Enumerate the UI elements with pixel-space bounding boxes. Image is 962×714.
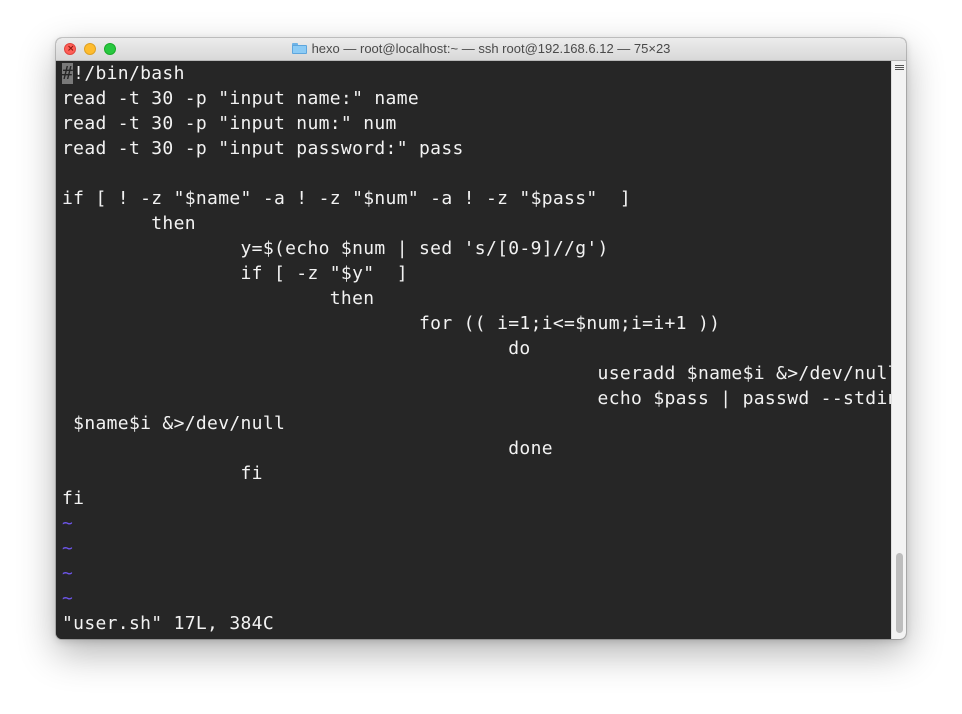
editor-line: if [ -z "$y" ] bbox=[62, 263, 408, 284]
editor-line: fi bbox=[62, 463, 263, 484]
editor-line: read -t 30 -p "input password:" pass bbox=[62, 138, 464, 159]
editor-line: if [ ! -z "$name" -a ! -z "$num" -a ! -z… bbox=[62, 188, 632, 209]
editor-line: for (( i=1;i<=$num;i=i+1 )) bbox=[62, 313, 721, 334]
window-title-text: hexo — root@localhost:~ — ssh root@192.1… bbox=[311, 41, 671, 56]
editor-line: read -t 30 -p "input name:" name bbox=[62, 88, 420, 109]
vertical-scrollbar[interactable] bbox=[891, 61, 906, 639]
terminal-window: × hexo — root@localhost:~ — ssh root@192… bbox=[56, 38, 906, 639]
hamburger-menu-icon[interactable] bbox=[895, 64, 904, 73]
editor-line: then bbox=[62, 288, 375, 309]
title-bar[interactable]: × hexo — root@localhost:~ — ssh root@192… bbox=[56, 38, 906, 61]
terminal-content[interactable]: #!/bin/bash read -t 30 -p "input name:" … bbox=[56, 61, 898, 639]
empty-line-marker: ~ bbox=[62, 563, 74, 584]
editor-line: y=$(echo $num | sed 's/[0-9]//g') bbox=[62, 238, 609, 259]
editor-line: $name$i &>/dev/null bbox=[62, 413, 286, 434]
folder-icon bbox=[291, 43, 307, 54]
window-title: hexo — root@localhost:~ — ssh root@192.1… bbox=[56, 41, 906, 57]
editor-line: done bbox=[62, 438, 553, 459]
editor-line: read -t 30 -p "input num:" num bbox=[62, 113, 397, 134]
empty-line-marker: ~ bbox=[62, 538, 74, 559]
editor-line: then bbox=[62, 213, 196, 234]
scrollbar-thumb[interactable] bbox=[896, 553, 903, 633]
empty-line-marker: ~ bbox=[62, 513, 74, 534]
editor-line: do bbox=[62, 338, 531, 359]
editor-line: fi bbox=[62, 488, 85, 509]
vim-status-line: "user.sh" 17L, 384C bbox=[62, 613, 274, 634]
editor-line: useradd $name$i &>/dev/null bbox=[62, 363, 899, 384]
editor-line: #!/bin/bash bbox=[62, 63, 185, 84]
editor-line: echo $pass | passwd --stdin bbox=[62, 388, 899, 409]
empty-line-marker: ~ bbox=[62, 588, 74, 609]
text-cursor: # bbox=[62, 63, 74, 84]
